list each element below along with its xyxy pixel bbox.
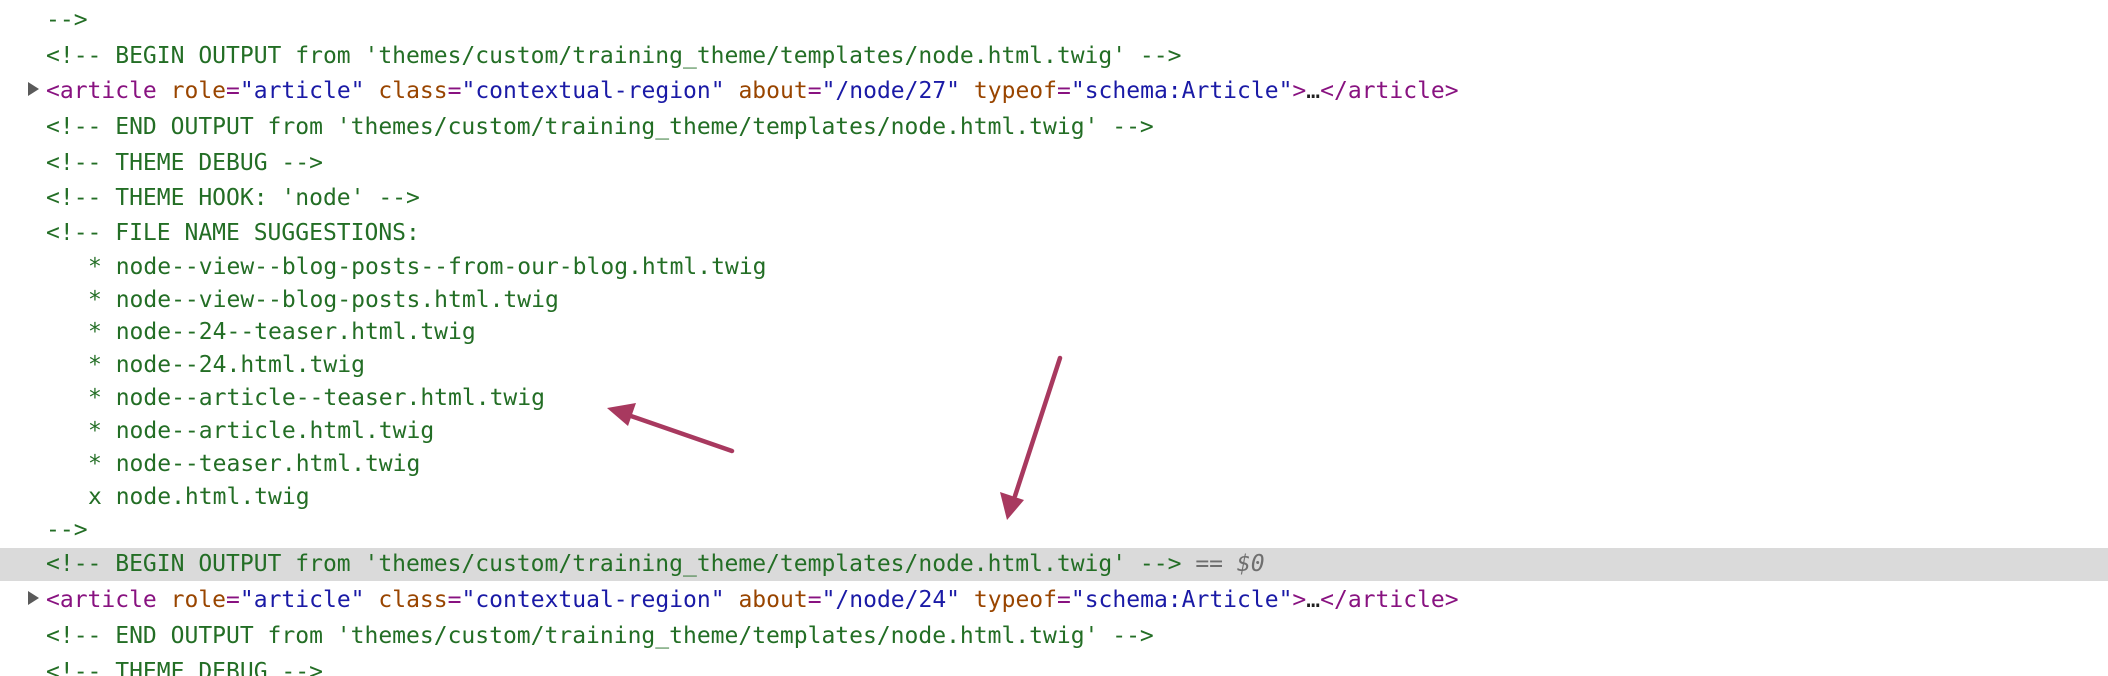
annotation-arrow-down xyxy=(1000,355,1063,520)
annotation-arrows xyxy=(607,355,1063,520)
annotation-arrow-left xyxy=(607,403,735,454)
